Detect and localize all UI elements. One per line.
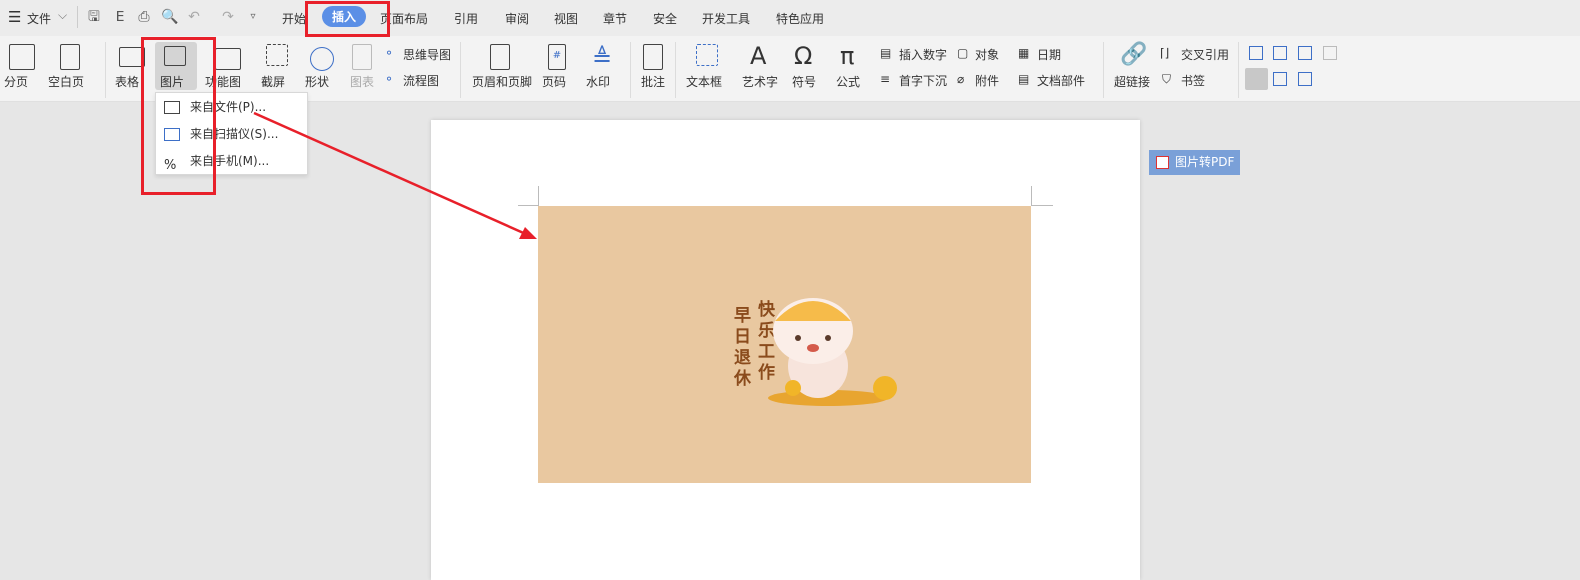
annotation-arrow	[253, 111, 537, 239]
